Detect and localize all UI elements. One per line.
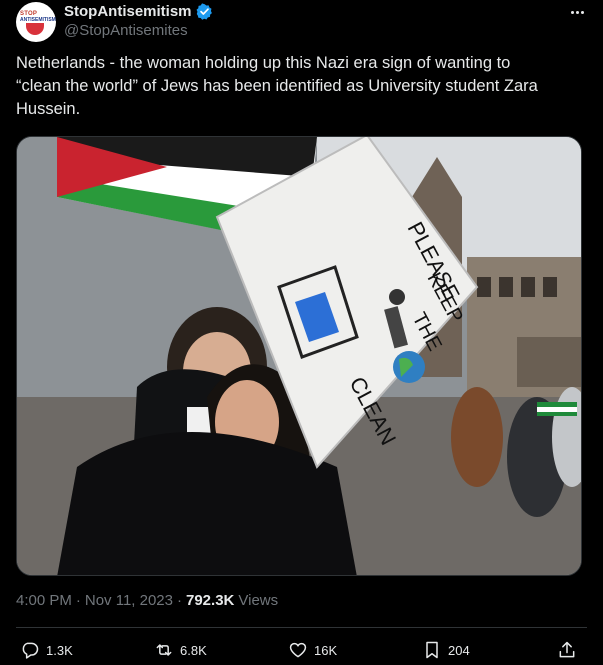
- photo-illustration: PLEASE KEEP THE CLEAN: [17, 137, 581, 575]
- verified-badge-icon: [196, 2, 212, 20]
- display-name[interactable]: StopAntisemitism: [64, 3, 192, 20]
- avatar[interactable]: STOP ANTISEMITISM: [16, 2, 56, 42]
- tweet-meta: 4:00 PM · Nov 11, 2023 · 792.3K Views: [16, 592, 278, 609]
- views-count: 792.3K: [186, 592, 235, 609]
- share-icon: [559, 641, 575, 658]
- like-button[interactable]: 16K: [288, 636, 337, 664]
- like-count: 16K: [314, 642, 338, 658]
- repost-icon: [156, 644, 172, 656]
- meta-separator: ·: [177, 592, 182, 609]
- repost-button[interactable]: 6.8K: [154, 636, 207, 664]
- bookmark-count: 204: [448, 642, 470, 658]
- tweet-text: Netherlands - the woman holding up this …: [16, 54, 538, 118]
- meta-separator: ·: [75, 592, 81, 609]
- repost-count: 6.8K: [180, 642, 207, 658]
- bookmark-button[interactable]: 204: [422, 636, 470, 664]
- tweet-actions: 1.3K 6.8K 16K 204: [16, 636, 587, 664]
- tweet-header: STOP ANTISEMITISM StopAntisemitism @Stop…: [16, 0, 587, 44]
- divider: [16, 627, 587, 628]
- tweet-photo[interactable]: PLEASE KEEP THE CLEAN: [16, 136, 582, 576]
- tweet-time[interactable]: 4:00 PM: [16, 592, 72, 609]
- more-options-icon[interactable]: [567, 4, 587, 20]
- tweet-date[interactable]: Nov 11, 2023: [85, 592, 173, 609]
- heart-icon: [289, 642, 307, 658]
- reply-icon: [22, 642, 39, 659]
- reply-count: 1.3K: [46, 642, 73, 658]
- share-button[interactable]: [557, 636, 577, 664]
- author-handle[interactable]: @StopAntisemites: [64, 22, 188, 39]
- views-label: Views: [238, 592, 279, 609]
- bookmark-icon: [426, 641, 438, 659]
- avatar-logo-mark: [26, 23, 44, 35]
- display-name-row: StopAntisemitism: [64, 2, 213, 20]
- reply-button[interactable]: 1.3K: [20, 636, 73, 664]
